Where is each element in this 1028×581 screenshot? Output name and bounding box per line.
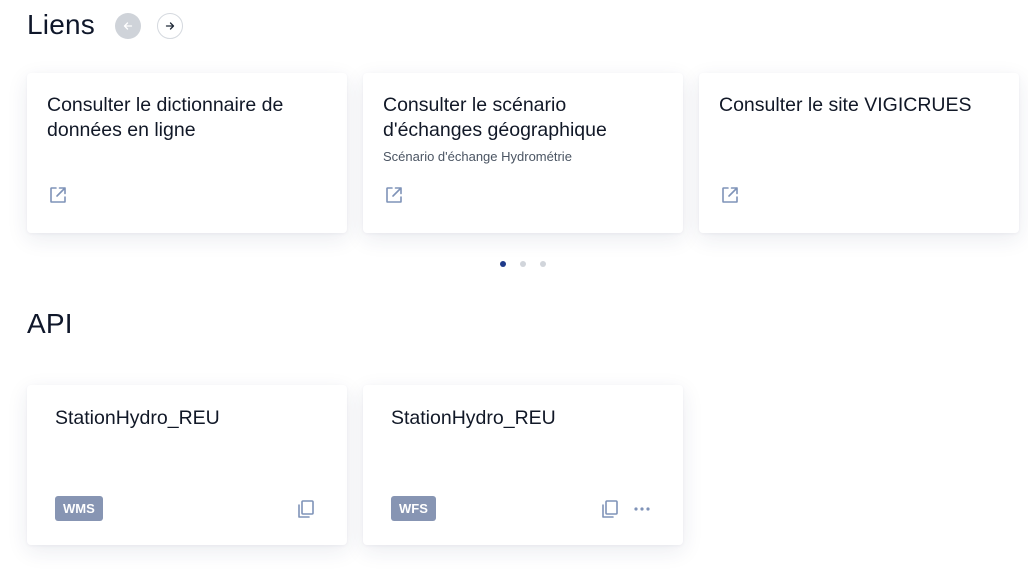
- api-card-wms[interactable]: StationHydro_REU WMS: [27, 385, 347, 545]
- links-section-title: Liens: [27, 9, 95, 40]
- link-card-subtitle: Scénario d'échange Hydrométrie: [383, 149, 572, 164]
- api-card-title: StationHydro_REU: [55, 407, 220, 429]
- link-card-title: Consulter le scénario d'échanges géograp…: [383, 94, 607, 141]
- service-type-badge: WFS: [391, 496, 436, 521]
- external-link-icon[interactable]: [720, 185, 740, 205]
- carousel-dot-3[interactable]: [540, 261, 546, 267]
- api-card-wfs[interactable]: StationHydro_REU WFS: [363, 385, 683, 545]
- api-section-title: API: [27, 308, 73, 339]
- service-type-badge: WMS: [55, 496, 103, 521]
- carousel-next-button[interactable]: [157, 13, 183, 39]
- copy-icon[interactable]: [599, 498, 621, 520]
- link-card-dictionary[interactable]: Consulter le dictionnaire de données en …: [27, 73, 347, 233]
- external-link-icon[interactable]: [384, 185, 404, 205]
- carousel-dot-1[interactable]: [500, 261, 506, 267]
- arrow-left-icon: [123, 22, 133, 30]
- link-card-scenario[interactable]: Consulter le scénario d'échanges géograp…: [363, 73, 683, 233]
- arrow-right-icon: [165, 22, 175, 30]
- api-card-title: StationHydro_REU: [391, 407, 556, 429]
- external-link-icon[interactable]: [48, 185, 68, 205]
- carousel-dot-2[interactable]: [520, 261, 526, 267]
- more-icon[interactable]: [631, 498, 653, 520]
- carousel-prev-button[interactable]: [115, 13, 141, 39]
- link-card-title: Consulter le dictionnaire de données en …: [47, 94, 284, 141]
- carousel-pagination: [500, 261, 546, 267]
- link-card-vigicrues[interactable]: Consulter le site VIGICRUES: [699, 73, 1019, 233]
- copy-icon[interactable]: [295, 498, 317, 520]
- link-card-title: Consulter le site VIGICRUES: [719, 94, 972, 116]
